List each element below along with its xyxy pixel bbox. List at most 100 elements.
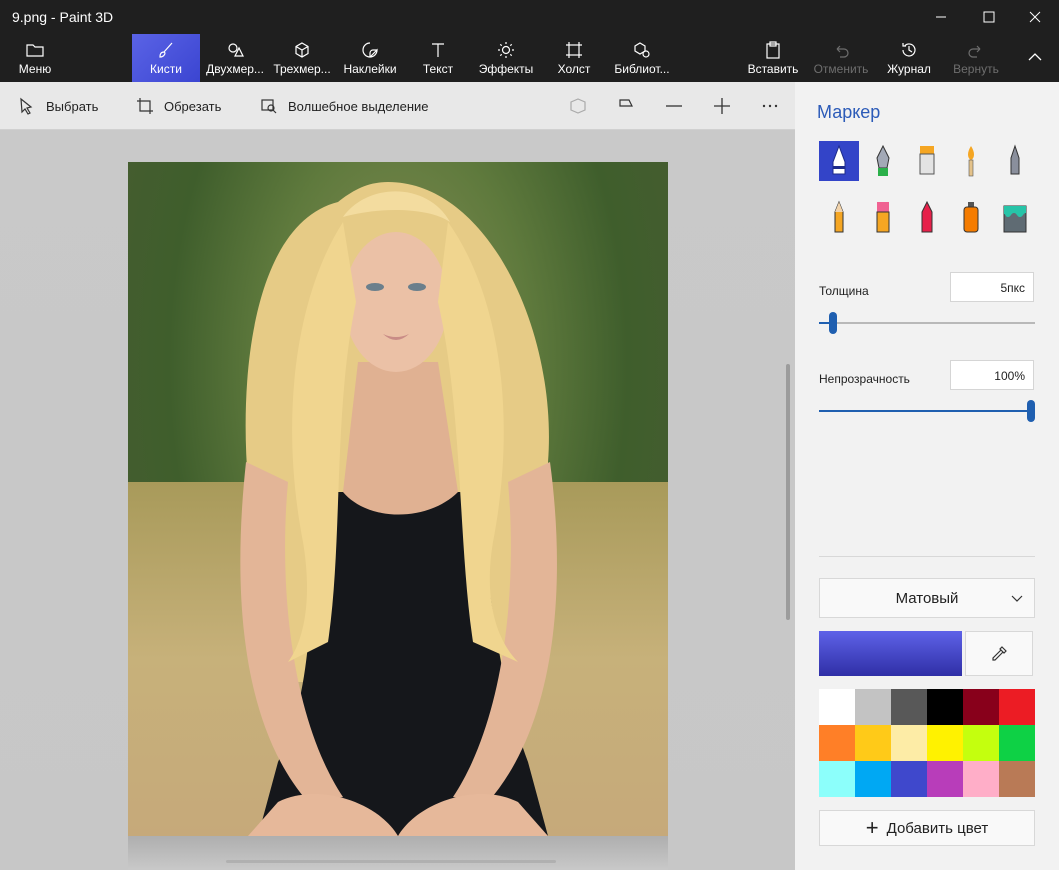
history-button[interactable]: Журнал <box>883 34 935 82</box>
3d-view-button[interactable] <box>566 94 590 118</box>
brush-marker[interactable] <box>819 141 859 181</box>
pixel-pen-icon <box>1010 144 1020 175</box>
tab-2d-shapes-label: Двухмер... <box>206 61 264 76</box>
finish-dropdown-value: Матовый <box>895 589 959 607</box>
watercolor-icon <box>968 146 974 177</box>
tab-effects-label: Эффекты <box>478 61 534 76</box>
sticker-icon <box>362 41 378 58</box>
flag-button[interactable] <box>614 94 638 118</box>
crop-icon <box>137 98 153 114</box>
current-color-swatch[interactable] <box>819 631 962 676</box>
palette-swatch[interactable] <box>963 725 999 761</box>
palette-swatch[interactable] <box>927 689 963 725</box>
brush-fill[interactable] <box>995 197 1035 237</box>
zoom-in-button[interactable] <box>710 94 734 118</box>
palette-swatch[interactable] <box>963 689 999 725</box>
vertical-scrollbar[interactable] <box>786 364 790 620</box>
palette-swatch[interactable] <box>819 761 855 797</box>
brush-watercolor[interactable] <box>951 141 991 181</box>
crayon-icon <box>921 200 933 233</box>
brush-spray-can[interactable] <box>951 197 991 237</box>
brush-panel: Маркер Толщина 5пкс Непрозрачность 100% <box>795 82 1059 870</box>
sun-icon <box>498 41 514 58</box>
portrait-illustration <box>240 182 557 836</box>
brush-crayon[interactable] <box>907 197 947 237</box>
tab-brushes[interactable]: Кисти <box>132 34 200 82</box>
palette-swatch[interactable] <box>819 689 855 725</box>
tab-stickers-label: Наклейки <box>343 61 397 76</box>
palette-swatch[interactable] <box>999 761 1035 797</box>
menu-label: Меню <box>18 61 52 76</box>
redo-icon <box>968 45 981 58</box>
palette-swatch[interactable] <box>891 725 927 761</box>
palette-swatch[interactable] <box>891 761 927 797</box>
thickness-slider-thumb[interactable] <box>829 312 837 334</box>
tab-library[interactable]: Библиот... <box>610 34 674 82</box>
menu-button[interactable]: Меню <box>10 34 60 82</box>
collapse-ribbon-button[interactable] <box>1015 34 1055 82</box>
brush-eraser[interactable] <box>863 197 903 237</box>
finish-dropdown[interactable]: Матовый <box>819 578 1035 618</box>
horizontal-scrollbar[interactable] <box>226 860 556 863</box>
more-options-button[interactable] <box>758 94 782 118</box>
brush-oil[interactable] <box>907 141 947 181</box>
tab-text[interactable]: Текст <box>413 34 463 82</box>
workspace[interactable] <box>0 130 795 870</box>
tab-stickers[interactable]: Наклейки <box>340 34 400 82</box>
minimize-button[interactable] <box>917 0 965 34</box>
opacity-slider-thumb[interactable] <box>1027 400 1035 422</box>
folder-icon <box>26 43 44 57</box>
color-palette <box>819 689 1035 797</box>
select-label: Выбрать <box>46 98 99 114</box>
minimize-icon <box>936 16 946 18</box>
palette-swatch[interactable] <box>855 725 891 761</box>
3d-view-icon <box>570 98 586 114</box>
eyedropper-button[interactable] <box>965 631 1033 676</box>
close-button[interactable] <box>1011 0 1059 34</box>
title-bar: 9.png - Paint 3D <box>0 0 1059 34</box>
pencil-icon <box>834 200 844 233</box>
opacity-slider[interactable] <box>819 400 1035 422</box>
opacity-label: Непрозрачность <box>819 372 910 386</box>
brush-pixel-pen[interactable] <box>995 141 1035 181</box>
palette-swatch[interactable] <box>927 725 963 761</box>
calligraphy-pen-icon <box>876 144 890 176</box>
undo-button[interactable]: Отменить <box>812 34 870 82</box>
palette-swatch[interactable] <box>855 689 891 725</box>
canvas-image[interactable] <box>128 162 668 836</box>
palette-swatch[interactable] <box>927 761 963 797</box>
panel-title: Маркер <box>817 102 881 122</box>
tab-text-label: Текст <box>422 61 454 76</box>
more-icon <box>762 104 778 108</box>
palette-swatch[interactable] <box>855 761 891 797</box>
palette-swatch[interactable] <box>963 761 999 797</box>
magic-select-button[interactable]: Волшебное выделение <box>260 82 429 130</box>
zoom-out-button[interactable] <box>662 94 686 118</box>
add-color-button[interactable]: + Добавить цвет <box>819 810 1035 846</box>
brush-calligraphy-pen[interactable] <box>863 141 903 181</box>
magic-select-icon <box>261 99 277 114</box>
redo-button[interactable]: Вернуть <box>950 34 1002 82</box>
window-title: 9.png - Paint 3D <box>12 9 114 25</box>
tab-canvas[interactable]: Холст <box>550 34 598 82</box>
canvas-reflection <box>128 836 668 870</box>
palette-swatch[interactable] <box>999 689 1035 725</box>
paste-button[interactable]: Вставить <box>746 34 800 82</box>
thickness-slider[interactable] <box>819 312 1035 334</box>
opacity-input[interactable]: 100% <box>950 360 1034 390</box>
tool-bar: Выбрать Обрезать Волшебное выделение <box>0 82 795 130</box>
palette-swatch[interactable] <box>891 689 927 725</box>
tab-effects[interactable]: Эффекты <box>475 34 537 82</box>
maximize-button[interactable] <box>965 0 1013 34</box>
flag-icon <box>619 99 633 107</box>
brush-pencil[interactable] <box>819 197 859 237</box>
palette-swatch[interactable] <box>819 725 855 761</box>
spray-can-icon <box>963 202 979 233</box>
select-button[interactable]: Выбрать <box>18 82 98 130</box>
thickness-input[interactable]: 5пкс <box>950 272 1034 302</box>
crop-button[interactable]: Обрезать <box>136 82 221 130</box>
tab-2d-shapes[interactable]: Двухмер... <box>203 34 267 82</box>
palette-swatch[interactable] <box>999 725 1035 761</box>
history-icon <box>902 42 916 57</box>
tab-3d-shapes[interactable]: Трехмер... <box>270 34 334 82</box>
